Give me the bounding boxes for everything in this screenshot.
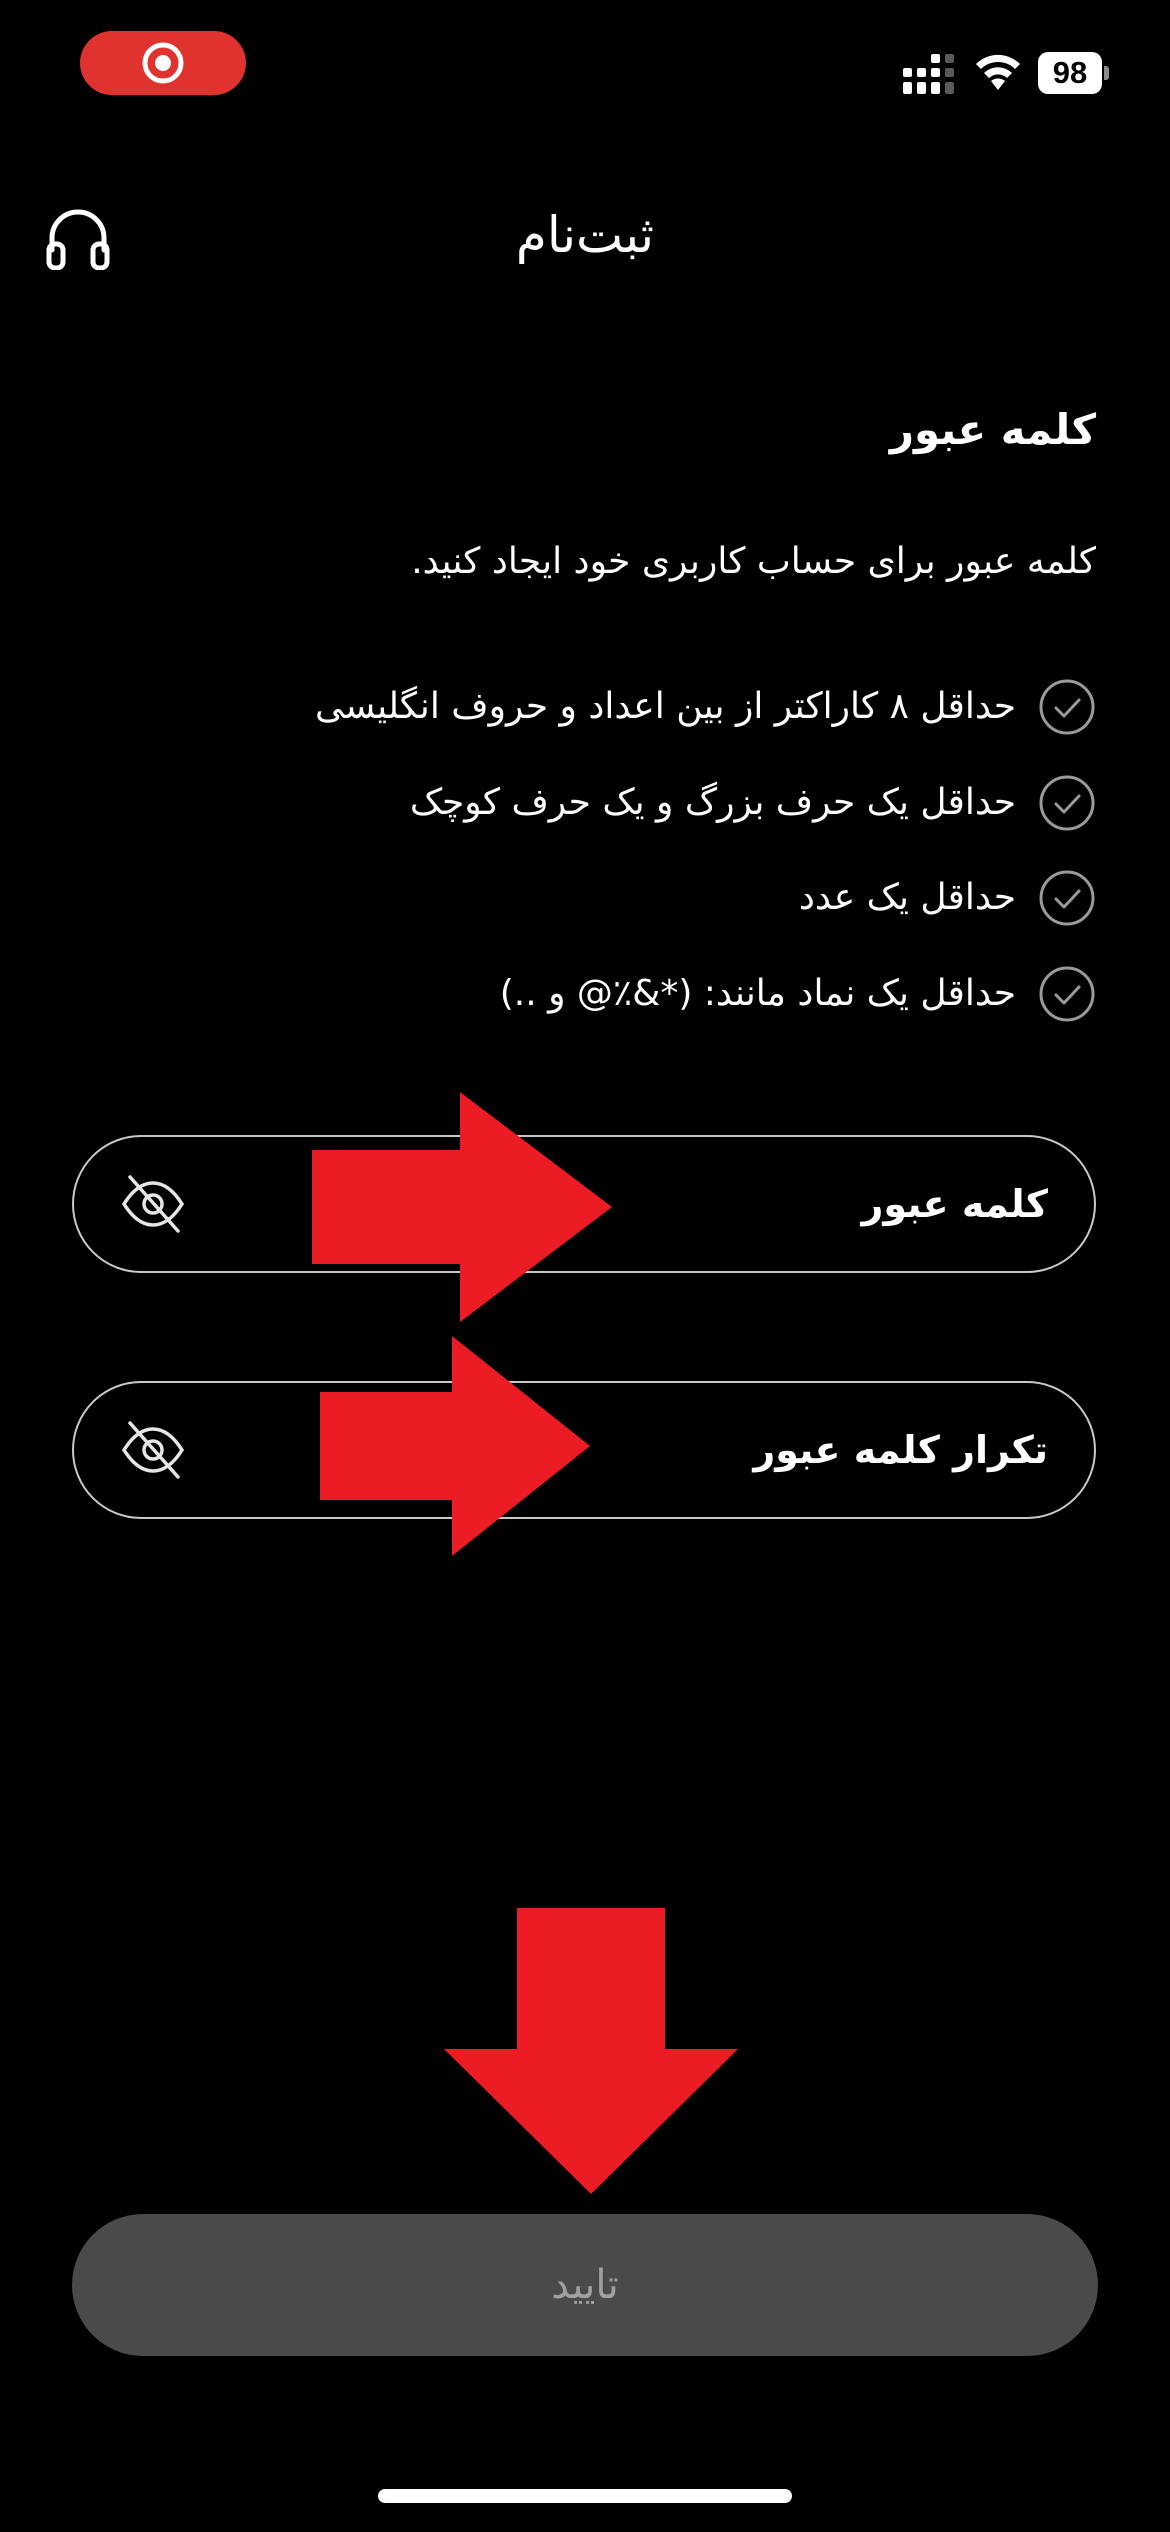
arrow-right-icon: [312, 1092, 612, 1322]
battery-level: 98: [1038, 52, 1102, 94]
check-circle-icon: [1039, 966, 1095, 1022]
confirm-button[interactable]: تایید: [72, 2214, 1098, 2356]
requirement-item: حداقل یک نماد مانند: (*&٪@ و ..): [500, 961, 1096, 1027]
description-text: کلمه عبور برای حساب کاربری خود ایجاد کنی…: [411, 541, 1096, 582]
password-placeholder: کلمه عبور: [861, 1182, 1048, 1226]
requirement-item: حداقل یک حرف بزرگ و یک حرف کوچک: [410, 770, 1096, 836]
requirement-text: حداقل یک حرف بزرگ و یک حرف کوچک: [409, 782, 1016, 823]
status-bar: 98: [0, 0, 1170, 130]
record-icon: [142, 42, 184, 84]
signal-icon: [903, 54, 954, 94]
page-title: ثبت‌نام: [515, 206, 655, 264]
requirement-text: حداقل یک عدد: [798, 877, 1016, 918]
battery-icon: 98: [1038, 52, 1110, 94]
confirm-password-placeholder: تکرار کلمه عبور: [753, 1428, 1048, 1472]
screen-recording-indicator[interactable]: [80, 31, 246, 95]
requirement-text: حداقل یک نماد مانند: (*&٪@ و ..): [499, 973, 1016, 1014]
battery-nub: [1104, 66, 1109, 80]
home-indicator[interactable]: [378, 2489, 792, 2503]
eye-off-icon[interactable]: [120, 1171, 186, 1237]
eye-off-icon[interactable]: [120, 1417, 186, 1483]
requirement-text: حداقل ۸ کاراکتر از بین اعداد و حروف انگل…: [315, 686, 1016, 727]
check-circle-icon: [1039, 870, 1095, 926]
requirement-item: حداقل ۸ کاراکتر از بین اعداد و حروف انگل…: [315, 674, 1096, 740]
arrow-down-icon: [444, 1908, 738, 2194]
wifi-icon: [976, 54, 1020, 90]
section-title: کلمه عبور: [889, 405, 1096, 454]
requirement-item: حداقل یک عدد: [799, 865, 1096, 931]
check-circle-icon: [1039, 775, 1095, 831]
check-circle-icon: [1039, 679, 1095, 735]
arrow-right-icon: [320, 1336, 590, 1556]
